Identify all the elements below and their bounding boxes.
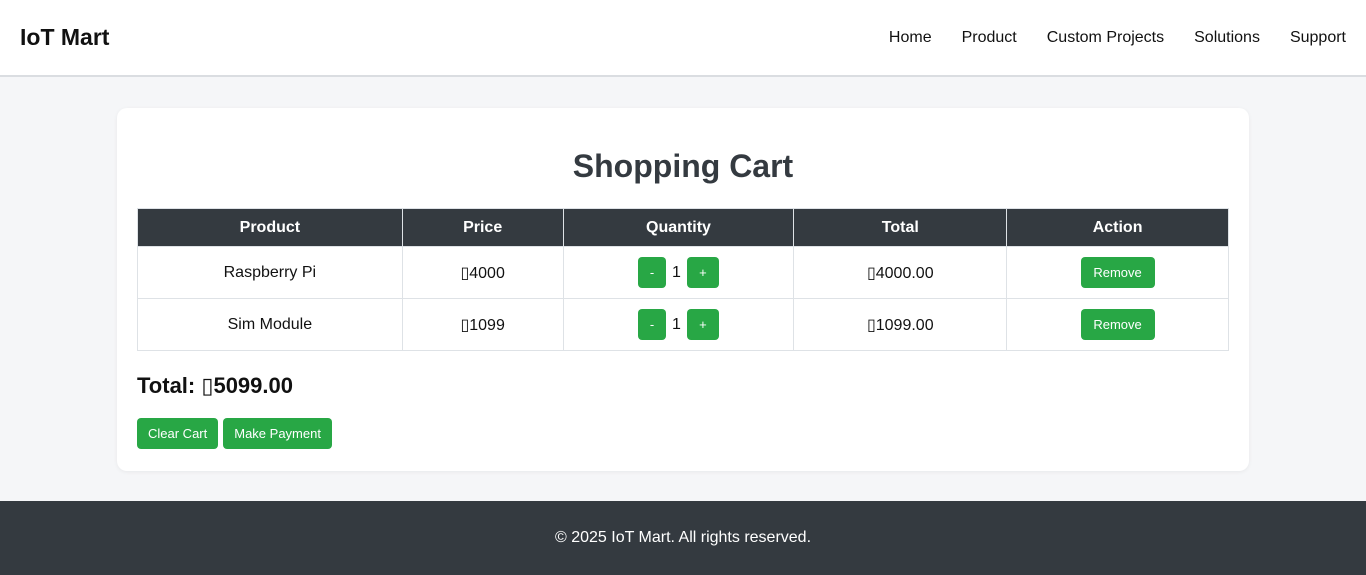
col-header-total: Total bbox=[793, 208, 1008, 247]
clear-cart-button[interactable]: Clear Cart bbox=[137, 418, 219, 449]
nav-support[interactable]: Support bbox=[1290, 29, 1346, 47]
cart-table: Product Price Quantity Total Action Rasp… bbox=[137, 208, 1229, 351]
footer-copyright: © 2025 IoT Mart. All rights reserved. bbox=[554, 529, 812, 546]
col-header-product: Product bbox=[137, 208, 403, 247]
table-header-row: Product Price Quantity Total Action bbox=[137, 208, 1229, 247]
product-price: ▯4000 bbox=[401, 246, 564, 299]
quantity-value: 1 bbox=[672, 263, 681, 281]
decrease-quantity-button[interactable]: - bbox=[638, 309, 667, 340]
action-cell: Remove bbox=[1006, 298, 1229, 351]
quantity-value: 1 bbox=[672, 315, 681, 333]
decrease-quantity-button[interactable]: - bbox=[638, 257, 667, 288]
col-header-price: Price bbox=[401, 208, 564, 247]
product-name: Sim Module bbox=[137, 298, 403, 351]
nav-custom-projects[interactable]: Custom Projects bbox=[1047, 29, 1164, 47]
quantity-cell: - 1 + bbox=[562, 246, 795, 299]
quantity-stepper: - 1 + bbox=[638, 309, 719, 340]
table-row: Raspberry Pi ▯4000 - 1 + ▯4000.00 Remove bbox=[137, 246, 1229, 299]
make-payment-button[interactable]: Make Payment bbox=[223, 418, 332, 449]
quantity-cell: - 1 + bbox=[562, 298, 795, 351]
cart-actions: Clear Cart Make Payment bbox=[137, 418, 1229, 449]
increase-quantity-button[interactable]: + bbox=[686, 257, 719, 288]
table-row: Sim Module ▯1099 - 1 + ▯1099.00 Remove bbox=[137, 298, 1229, 351]
col-header-action: Action bbox=[1006, 208, 1229, 247]
remove-button[interactable]: Remove bbox=[1080, 257, 1155, 288]
increase-quantity-button[interactable]: + bbox=[686, 309, 719, 340]
nav-product[interactable]: Product bbox=[962, 29, 1017, 47]
brand-logo[interactable]: IoT Mart bbox=[20, 24, 109, 51]
main-nav: Home Product Custom Projects Solutions S… bbox=[859, 29, 1346, 47]
cart-card: Shopping Cart Product Price Quantity Tot… bbox=[117, 108, 1249, 471]
remove-button[interactable]: Remove bbox=[1080, 309, 1155, 340]
product-name: Raspberry Pi bbox=[137, 246, 403, 299]
nav-home[interactable]: Home bbox=[889, 29, 932, 47]
footer: © 2025 IoT Mart. All rights reserved. bbox=[0, 501, 1366, 575]
col-header-quantity: Quantity bbox=[562, 208, 795, 247]
main-content: Shopping Cart Product Price Quantity Tot… bbox=[0, 77, 1366, 501]
quantity-stepper: - 1 + bbox=[638, 257, 719, 288]
row-total: ▯4000.00 bbox=[793, 246, 1008, 299]
product-price: ▯1099 bbox=[401, 298, 564, 351]
nav-solutions[interactable]: Solutions bbox=[1194, 29, 1260, 47]
grand-total: Total: ▯5099.00 bbox=[137, 373, 293, 398]
row-total: ▯1099.00 bbox=[793, 298, 1008, 351]
action-cell: Remove bbox=[1006, 246, 1229, 299]
page-title: Shopping Cart bbox=[572, 148, 794, 184]
top-navbar: IoT Mart Home Product Custom Projects So… bbox=[0, 0, 1366, 77]
